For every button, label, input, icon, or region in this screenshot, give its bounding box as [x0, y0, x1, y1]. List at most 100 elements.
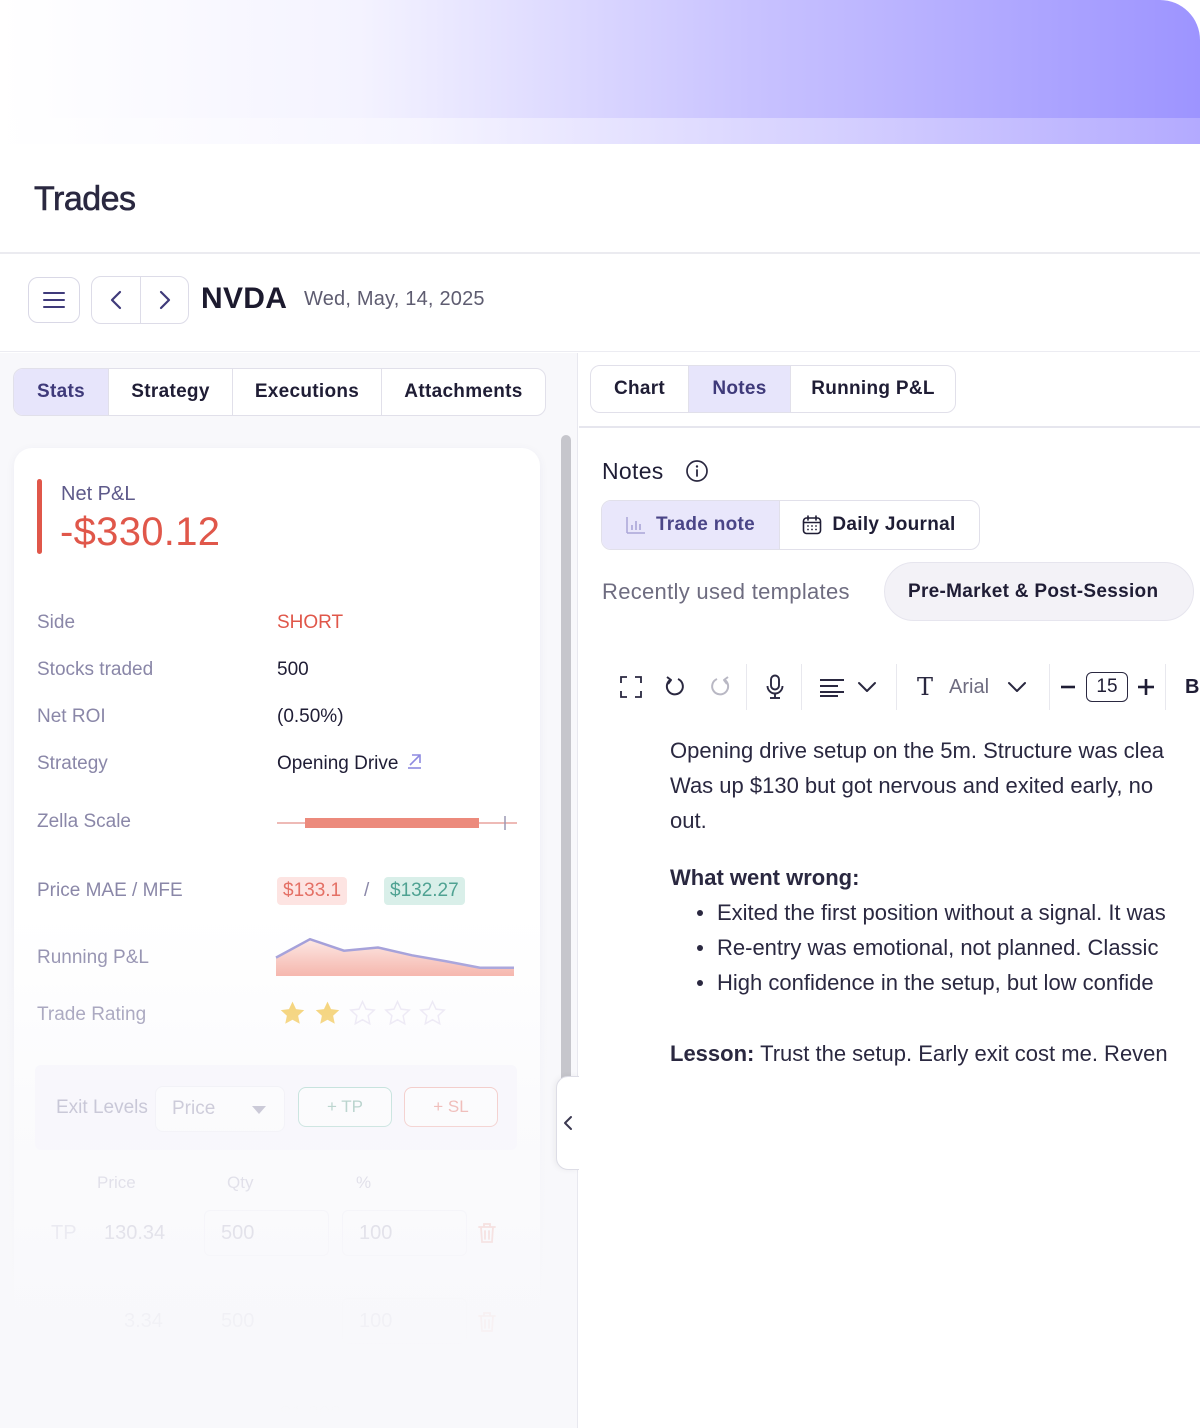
plus-icon: [1138, 679, 1154, 695]
menu-button[interactable]: [28, 277, 80, 323]
mae-mfe-label: Price MAE / MFE: [37, 880, 183, 901]
note-paragraph-line: Was up $130 but got nervous and exited e…: [670, 773, 1154, 798]
redo-button[interactable]: [709, 658, 731, 716]
lesson-label: Lesson:: [670, 1041, 755, 1066]
star-empty-icon[interactable]: [419, 1000, 446, 1026]
stats-panel: Stats Strategy Executions Attachments Ne…: [0, 353, 578, 1428]
side-label: Side: [37, 612, 76, 633]
collapse-panel-button[interactable]: [556, 1076, 580, 1170]
note-bullet: Exited the first position without a sign…: [697, 895, 1200, 930]
page-title: Trades: [34, 180, 137, 219]
trade-rating-stars[interactable]: [279, 1000, 446, 1026]
stocks-traded-value: 500: [277, 659, 309, 680]
align-left-icon: [820, 679, 844, 697]
zella-scale-label: Zella Scale: [37, 811, 131, 832]
note-type-toggle: Trade note Daily Journal: [601, 500, 980, 550]
toolbar-divider: [1049, 664, 1050, 710]
fullscreen-button[interactable]: [619, 658, 643, 716]
tab-stats[interactable]: Stats: [14, 369, 108, 415]
scrollbar[interactable]: [561, 435, 573, 1085]
chevron-down-icon: [858, 682, 876, 692]
trade-date: Wed, May, 14, 2025: [304, 288, 485, 310]
lesson-text: Trust the setup. Early exit cost me. Rev…: [754, 1041, 1168, 1066]
caret-down-icon: [252, 1106, 266, 1114]
undo-button[interactable]: [664, 658, 686, 716]
next-trade-button[interactable]: [140, 277, 188, 323]
tab-strategy[interactable]: Strategy: [108, 369, 232, 415]
star-empty-icon[interactable]: [384, 1000, 411, 1026]
recent-templates-label: Recently used templates: [602, 579, 850, 604]
ticker-symbol: NVDA: [201, 282, 288, 315]
chevron-left-icon: [110, 290, 122, 310]
row-price: 3.34: [124, 1310, 163, 1332]
decrease-font-button[interactable]: [1060, 658, 1076, 716]
font-size-input[interactable]: 15: [1086, 672, 1128, 702]
pnl-indicator-bar: [37, 479, 42, 554]
pct-input[interactable]: 100: [342, 1298, 467, 1344]
template-chip[interactable]: Pre-Market & Post-Session: [884, 562, 1194, 621]
star-filled-icon[interactable]: [279, 1000, 306, 1026]
zella-scale-bar: [277, 816, 517, 830]
bar-chart-icon: [626, 517, 645, 534]
net-roi-value: (0.50%): [277, 706, 344, 727]
note-editor[interactable]: Opening drive setup on the 5m. Structure…: [670, 733, 1200, 1071]
trade-header: NVDA Wed, May, 14, 2025: [0, 256, 1200, 352]
note-paragraph-line: out.: [670, 808, 707, 833]
increase-font-button[interactable]: [1137, 658, 1155, 716]
mae-mfe-separator: /: [364, 880, 370, 901]
font-family-dropdown[interactable]: T Arial: [917, 658, 1027, 716]
running-pnl-label: Running P&L: [37, 947, 149, 968]
hamburger-icon: [43, 292, 65, 308]
scrollbar-thumb[interactable]: [561, 435, 571, 1085]
trash-icon[interactable]: [476, 1310, 498, 1334]
zella-scale-fill: [305, 818, 479, 828]
col-pct: %: [356, 1173, 372, 1192]
running-pnl-sparkline: [275, 937, 514, 976]
chevron-down-icon: [1008, 682, 1027, 692]
strategy-value: Opening Drive: [277, 753, 399, 774]
prev-trade-button[interactable]: [92, 277, 140, 323]
col-price: Price: [97, 1173, 136, 1192]
toolbar-divider: [746, 664, 747, 710]
strategy-link[interactable]: Opening Drive: [277, 753, 422, 775]
trade-rating-label: Trade Rating: [37, 1004, 147, 1025]
daily-journal-label: Daily Journal: [832, 514, 956, 535]
notes-heading: Notes: [602, 458, 664, 484]
toolbar-divider: [1165, 664, 1166, 710]
redo-icon: [711, 676, 730, 696]
add-tp-button[interactable]: + TP: [298, 1087, 392, 1127]
row-tag: TP: [51, 1222, 77, 1244]
tab-running-pnl[interactable]: Running P&L: [790, 366, 955, 412]
exit-total-value: $1,000: [280, 1403, 342, 1425]
trash-icon[interactable]: [476, 1221, 498, 1245]
row-price: 130.34: [104, 1222, 166, 1244]
left-tabs: Stats Strategy Executions Attachments: [13, 368, 546, 416]
note-subheading: What went wrong:: [670, 865, 860, 890]
dictation-button[interactable]: [765, 658, 785, 716]
tab-chart[interactable]: Chart: [591, 366, 688, 412]
tab-attachments[interactable]: Attachments: [381, 369, 545, 415]
star-filled-icon[interactable]: [314, 1000, 341, 1026]
tab-executions[interactable]: Executions: [232, 369, 381, 415]
add-sl-button[interactable]: + SL: [404, 1087, 498, 1127]
info-icon[interactable]: [685, 459, 709, 483]
bold-button[interactable]: B: [1185, 658, 1199, 716]
tab-notes[interactable]: Notes: [688, 366, 790, 412]
undo-icon: [665, 676, 684, 696]
daily-journal-toggle[interactable]: Daily Journal: [779, 501, 978, 549]
stats-card: Net P&L -$330.12 Side SHORT Stocks trade…: [14, 448, 540, 1428]
mae-badge: $133.1: [277, 877, 348, 905]
star-empty-icon[interactable]: [349, 1000, 376, 1026]
running-pnl-area: [276, 939, 514, 976]
qty-input[interactable]: 500: [204, 1298, 329, 1344]
chevron-right-icon: [159, 290, 170, 310]
trade-note-toggle[interactable]: Trade note: [602, 501, 779, 549]
align-dropdown[interactable]: [819, 658, 877, 716]
pct-input[interactable]: 100: [342, 1210, 467, 1256]
col-qty: Qty: [227, 1173, 254, 1192]
qty-input[interactable]: 500: [204, 1210, 329, 1256]
exit-type-select[interactable]: Price: [155, 1086, 285, 1132]
top-gradient-banner: [0, 0, 1200, 144]
note-lesson: Lesson: Trust the setup. Early exit cost…: [670, 1036, 1200, 1071]
note-bullet: High confidence in the setup, but low co…: [697, 965, 1200, 1000]
